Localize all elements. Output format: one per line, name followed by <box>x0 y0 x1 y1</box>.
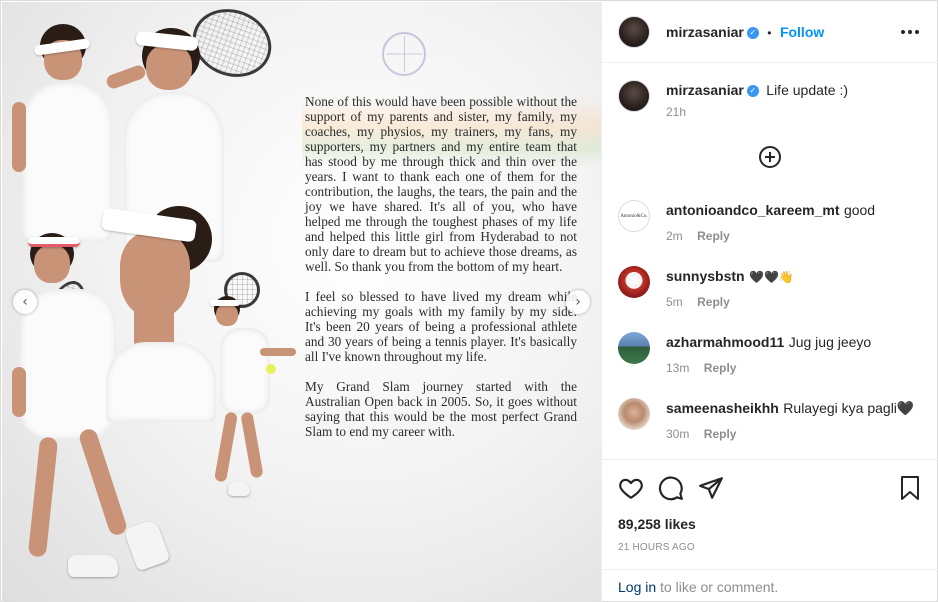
verified-badge-icon: ✓ <box>746 84 759 97</box>
comment-text: good <box>843 202 876 218</box>
share-button[interactable] <box>698 475 724 501</box>
like-button[interactable] <box>618 475 644 501</box>
comment-username[interactable]: antonioandco_kareem_mt <box>666 202 840 218</box>
heart-icon <box>619 478 643 499</box>
login-prompt-text: to like or comment. <box>656 579 779 595</box>
header-username[interactable]: mirzasaniar <box>666 24 744 40</box>
previous-image-button[interactable]: ‹ <box>13 290 37 314</box>
reply-button[interactable]: Reply <box>704 427 737 441</box>
comment-text: Rulayegi kya pagli🖤 <box>783 400 915 416</box>
avatar-label: Antonio&Co. <box>620 213 648 219</box>
save-button[interactable] <box>898 475 922 501</box>
paper-plane-icon <box>699 477 723 499</box>
post-paragraph-1: None of this would have been possible wi… <box>305 94 577 274</box>
post-timestamp: 21 HOURS AGO <box>618 542 695 553</box>
comment-icon <box>658 476 683 501</box>
comment-username[interactable]: azharmahmood11 <box>666 334 784 350</box>
reply-button[interactable]: Reply <box>704 361 737 375</box>
post-side-panel: mirzasaniar ✓ • Follow mirzasaniar ✓ Life … <box>601 2 938 602</box>
comment-button[interactable] <box>658 475 684 501</box>
caption-time: 21h <box>666 105 687 119</box>
post-paragraph-3: My Grand Slam journey started with the A… <box>305 379 577 439</box>
login-link[interactable]: Log in <box>618 579 656 595</box>
ashoka-chakra-icon <box>382 32 426 76</box>
bookmark-icon <box>901 476 919 500</box>
avatar[interactable] <box>618 398 650 430</box>
player-figure-right <box>202 272 297 507</box>
load-more-comments-button[interactable] <box>758 145 782 169</box>
post-paragraph-2: I feel so blessed to have lived my dream… <box>305 289 577 364</box>
likes-count[interactable]: 89,258 likes <box>618 516 696 532</box>
post-image-text: None of this would have been possible wi… <box>305 94 577 454</box>
chevron-left-icon: ‹ <box>22 294 28 310</box>
tennis-ball <box>266 364 276 374</box>
comment-text: 🖤🖤👋 <box>749 270 794 284</box>
reply-button[interactable]: Reply <box>697 295 730 309</box>
more-options-icon[interactable] <box>898 24 922 40</box>
avatar[interactable] <box>618 332 650 364</box>
next-image-button[interactable]: › <box>566 290 590 314</box>
follow-button[interactable]: Follow <box>780 24 824 40</box>
separator-dot: • <box>767 26 772 40</box>
verified-badge-icon: ✓ <box>746 26 759 39</box>
post-image[interactable]: None of this would have been possible wi… <box>2 2 601 602</box>
reply-button[interactable]: Reply <box>697 229 730 243</box>
comment-username[interactable]: sameenasheikhh <box>666 400 779 416</box>
divider <box>602 459 938 460</box>
caption-username[interactable]: mirzasaniar <box>666 82 744 98</box>
post-dialog: None of this would have been possible wi… <box>0 0 938 602</box>
comment-time: 5m <box>666 295 683 309</box>
caption-text: Life update :) <box>766 82 849 98</box>
avatar[interactable] <box>618 16 650 48</box>
chevron-right-icon: › <box>575 294 581 310</box>
login-prompt: Log in to like or comment. <box>618 579 778 595</box>
plus-circle-icon <box>759 146 781 168</box>
divider <box>602 569 938 570</box>
avatar[interactable]: Antonio&Co. <box>618 200 650 232</box>
comment-time: 13m <box>666 361 690 375</box>
caption-avatar[interactable] <box>618 80 650 112</box>
comment-username[interactable]: sunnysbstn <box>666 268 745 284</box>
post-header: mirzasaniar ✓ • Follow <box>602 2 938 63</box>
comment-time: 2m <box>666 229 683 243</box>
avatar[interactable] <box>618 266 650 298</box>
comment-text: Jug jug jeeyo <box>788 334 872 350</box>
comment-time: 30m <box>666 427 690 441</box>
